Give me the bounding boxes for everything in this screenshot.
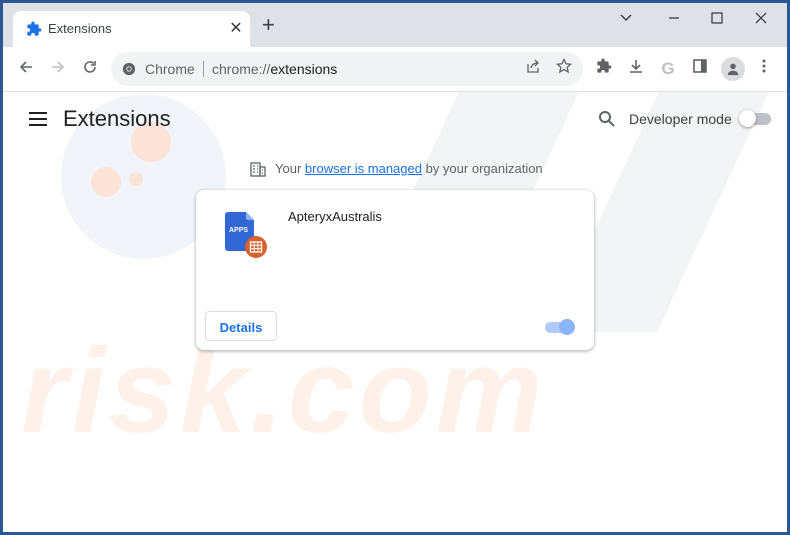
back-arrow-icon <box>19 61 32 73</box>
svg-text:APPS: APPS <box>229 227 248 234</box>
hamburger-menu-icon[interactable] <box>29 112 47 130</box>
tab-search-chevron-icon[interactable] <box>614 11 638 30</box>
url-path: extensions <box>270 61 338 77</box>
address-bar[interactable]: Chrome chrome://extensions <box>111 52 583 86</box>
extension-card: APPS ApteryxAustralis Details <box>196 190 594 350</box>
bookmark-star-icon[interactable] <box>553 57 575 80</box>
tab-title: Extensions <box>48 21 112 36</box>
url-prefix: chrome:// <box>212 61 271 77</box>
developer-mode-label: Developer mode <box>629 111 732 127</box>
apps-extension-icon: APPS <box>225 212 267 258</box>
extensions-puzzle-icon[interactable] <box>593 58 615 80</box>
details-button[interactable]: Details <box>205 311 277 341</box>
google-g-icon[interactable]: G <box>657 58 679 80</box>
reload-icon <box>84 61 96 73</box>
share-icon[interactable] <box>522 58 544 80</box>
extension-name: ApteryxAustralis <box>288 209 382 224</box>
reload-button[interactable] <box>79 58 101 80</box>
search-icon[interactable] <box>598 110 616 128</box>
puzzle-icon <box>27 21 42 36</box>
extensions-page: risk.com Extensions Developer mode Your … <box>3 92 787 532</box>
managed-notice: Your browser is managed by your organiza… <box>275 161 543 176</box>
forward-arrow-icon <box>52 61 65 73</box>
site-label: Chrome <box>145 61 195 77</box>
toggle-knob <box>559 319 575 335</box>
tab-extensions[interactable]: Extensions ✕ <box>13 11 250 47</box>
managed-prefix: Your <box>275 161 302 176</box>
new-tab-button[interactable]: + <box>262 14 275 36</box>
building-icon <box>250 162 266 177</box>
maximize-button[interactable] <box>705 11 729 30</box>
profile-avatar-icon[interactable] <box>721 57 745 81</box>
toggle-knob <box>739 110 756 127</box>
managed-suffix: by your organization <box>425 161 543 176</box>
close-window-button[interactable] <box>749 11 773 30</box>
minimize-button[interactable] <box>662 11 686 30</box>
kebab-menu-icon[interactable] <box>753 58 775 80</box>
forward-button[interactable] <box>47 58 69 80</box>
tab-close-icon[interactable]: ✕ <box>227 18 245 38</box>
download-icon[interactable] <box>625 58 647 80</box>
browser-window: Extensions ✕ + Chrome chrome://extension… <box>3 3 787 532</box>
extension-enable-toggle[interactable] <box>545 319 575 335</box>
tab-strip: Extensions ✕ + <box>3 3 787 47</box>
url-text[interactable]: chrome://extensions <box>212 61 337 77</box>
navigation-toolbar: Chrome chrome://extensions G <box>3 47 787 92</box>
browser-managed-link[interactable]: browser is managed <box>305 161 422 176</box>
side-panel-icon[interactable] <box>689 58 711 80</box>
omnibox-separator <box>203 61 204 77</box>
watermark-dot <box>129 172 143 186</box>
developer-mode-toggle[interactable] <box>739 110 771 127</box>
page-title: Extensions <box>63 106 171 131</box>
watermark-dot <box>91 167 121 197</box>
back-button[interactable] <box>15 58 37 80</box>
chrome-logo-icon <box>122 62 136 76</box>
